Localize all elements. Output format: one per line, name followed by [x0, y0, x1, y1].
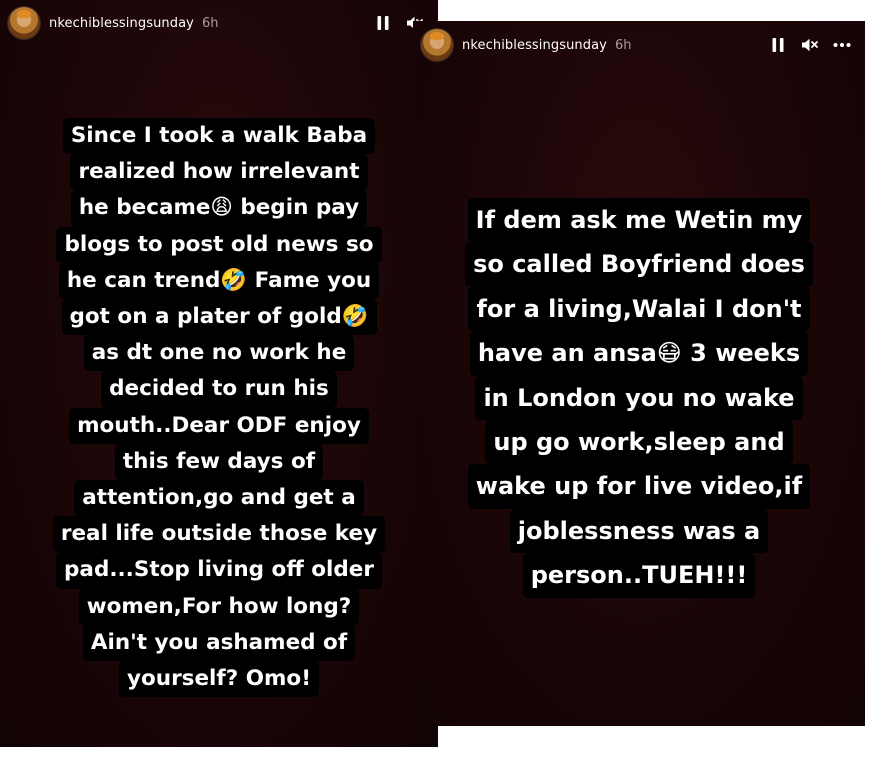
avatar[interactable]: [8, 7, 40, 39]
story-caption: If dem ask me Wetin my so called Boyfrie…: [413, 198, 865, 598]
caption-line: he can trend🤣 Fame you: [58, 262, 380, 300]
more-options-icon[interactable]: [833, 36, 851, 54]
caption-line: he became😩 begin pay: [70, 190, 368, 227]
caption-line: mouth..Dear ODF enjoy: [69, 407, 369, 444]
caption-line: women,For how long?: [78, 588, 360, 625]
caption-line: got on a plater of gold🤣: [61, 299, 377, 336]
caption-line: real life outside those key: [52, 516, 386, 553]
caption-line: attention,go and get a: [74, 480, 364, 517]
avatar[interactable]: [421, 29, 453, 61]
caption-line: pad...Stop living off older: [56, 552, 382, 589]
pause-icon[interactable]: [769, 36, 787, 54]
story-header: nkechiblessingsunday 6h: [0, 0, 438, 46]
caption-line: for a living,Walai I don't: [468, 286, 810, 332]
caption-line: yourself? Omo!: [118, 661, 319, 698]
caption-line: so called Boyfriend does: [465, 242, 813, 287]
username[interactable]: nkechiblessingsunday: [462, 38, 607, 53]
pause-icon[interactable]: [374, 14, 392, 32]
caption-line: joblessness was a: [509, 508, 769, 554]
caption-line: If dem ask me Wetin my: [467, 198, 811, 243]
caption-line: have an ansa😷 3 weeks: [469, 331, 809, 376]
caption-line: realized how irrelevant: [70, 154, 368, 191]
story-right[interactable]: nkechiblessingsunday 6h If dem ask me We…: [413, 21, 865, 726]
caption-line: person..TUEH!!!: [522, 553, 756, 598]
username[interactable]: nkechiblessingsunday: [49, 16, 194, 31]
story-header: nkechiblessingsunday 6h: [413, 21, 865, 69]
story-timestamp: 6h: [201, 15, 219, 31]
caption-line: decided to run his: [101, 371, 337, 408]
caption-line: in London you no wake: [475, 375, 803, 421]
story-timestamp: 6h: [614, 37, 632, 53]
caption-line: up go work,sleep and: [485, 420, 793, 465]
caption-line: Since I took a walk Baba: [62, 118, 376, 155]
story-left[interactable]: nkechiblessingsunday 6h Since I took a w…: [0, 0, 438, 747]
caption-line: blogs to post old news so: [56, 226, 382, 263]
caption-line: this few days of: [114, 443, 324, 481]
caption-line: wake up for live video,if: [467, 464, 811, 509]
story-controls: [769, 36, 851, 54]
caption-line: Ain't you ashamed of: [82, 624, 356, 662]
speaker-muted-icon[interactable]: [801, 36, 819, 54]
caption-line: as dt one no work he: [83, 335, 355, 372]
story-caption: Since I took a walk Baba realized how ir…: [0, 118, 438, 698]
